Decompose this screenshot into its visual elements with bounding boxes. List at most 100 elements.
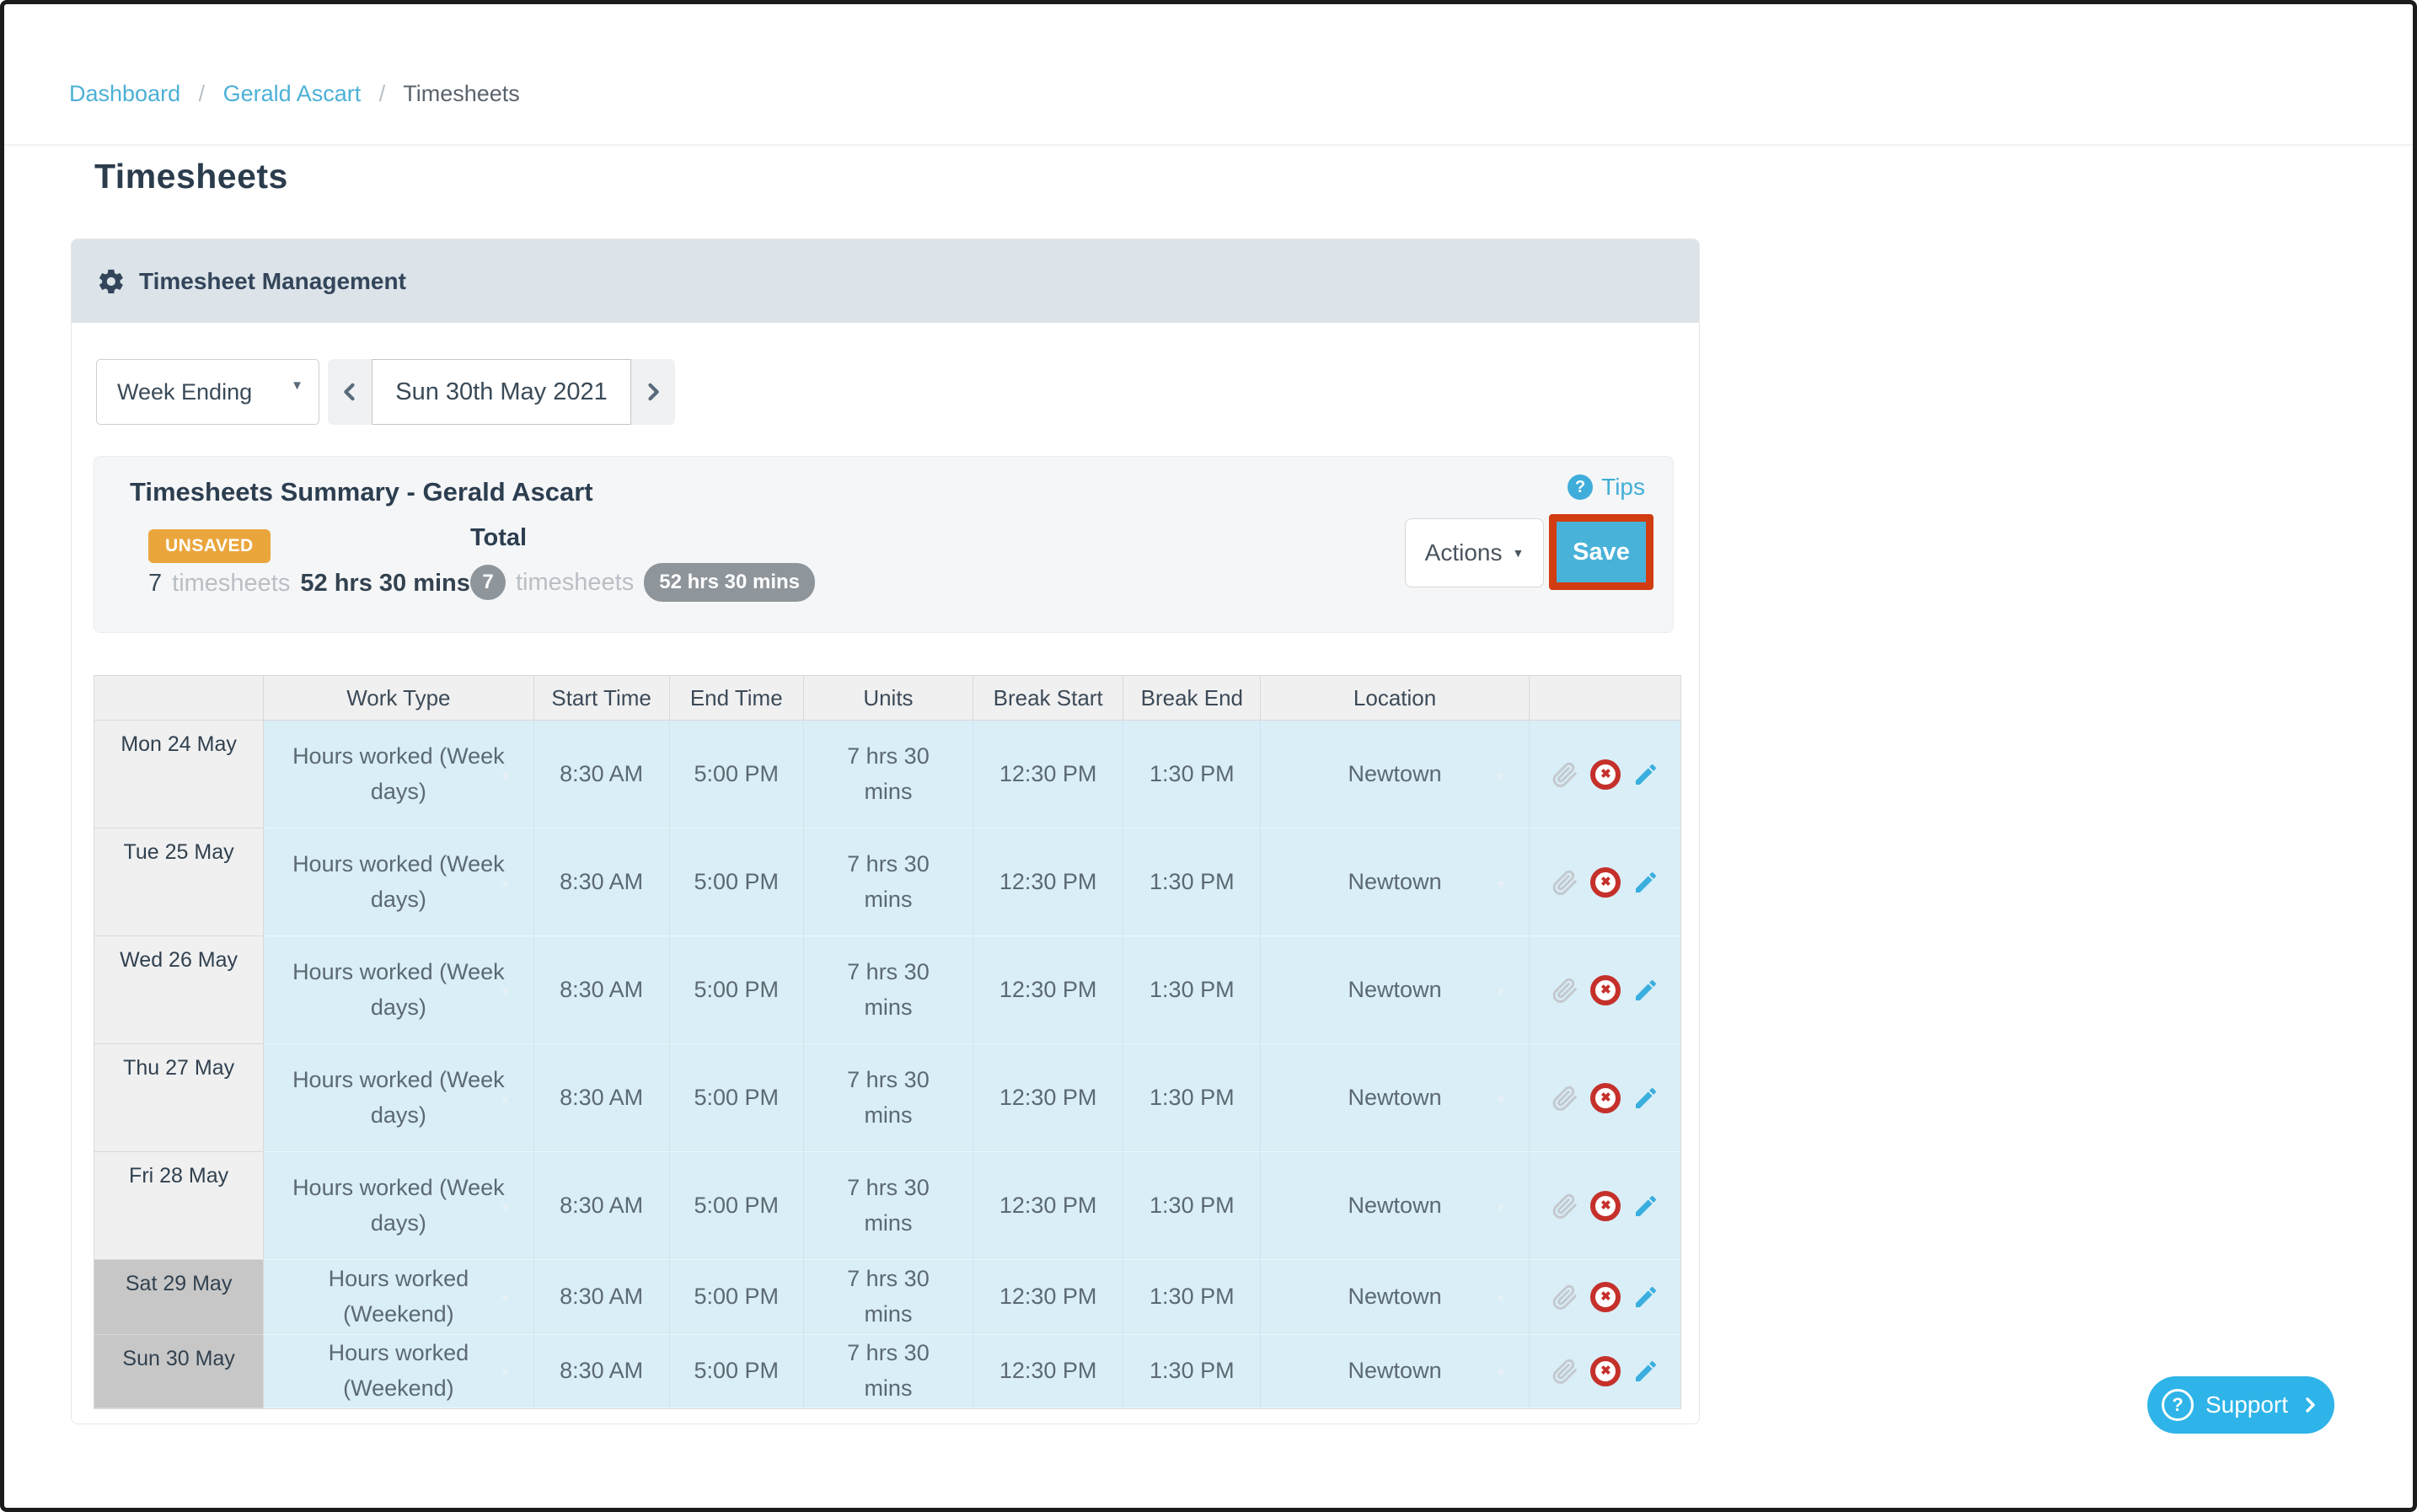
delete-icon[interactable]: ✖ [1590,759,1621,790]
work-type-select[interactable]: Hours worked (Week days)▼ [264,1044,533,1152]
break-end-field[interactable]: 1:30 PM [1123,828,1261,936]
edit-icon[interactable] [1632,1193,1659,1220]
save-button[interactable]: Save [1557,522,1646,582]
chevron-down-icon: ▼ [1495,875,1507,893]
end-time-field[interactable]: 5:00 PM [670,1044,804,1152]
edit-icon[interactable] [1632,761,1659,788]
delete-icon[interactable]: ✖ [1590,1083,1621,1113]
chevron-left-icon [338,380,362,404]
break-start-field[interactable]: 12:30 PM [973,936,1123,1044]
delete-icon[interactable]: ✖ [1590,1356,1621,1386]
period-select[interactable]: Week Ending ▼ [96,359,319,425]
timesheet-duration: 52 hrs 30 mins [300,570,470,598]
paperclip-icon[interactable] [1550,1192,1578,1220]
break-end-field[interactable]: 1:30 PM [1123,936,1261,1044]
paperclip-icon[interactable] [1550,1283,1578,1311]
break-end-field[interactable]: 1:30 PM [1123,721,1261,828]
paperclip-icon[interactable] [1550,976,1578,1005]
break-start-field-value: 12:30 PM [999,869,1097,894]
end-time-field[interactable]: 5:00 PM [670,1260,804,1335]
support-button[interactable]: ? Support [2147,1376,2334,1434]
location-select[interactable]: Newtown▼ [1261,721,1529,828]
date-navigation: Sun 30th May 2021 [328,359,675,425]
paperclip-icon[interactable] [1550,760,1578,789]
start-time-field[interactable]: 8:30 AM [534,936,670,1044]
row-actions: ✖ [1530,1152,1680,1260]
start-time-field[interactable]: 8:30 AM [534,1335,670,1408]
location-select[interactable]: Newtown▼ [1261,1044,1529,1152]
break-start-field[interactable]: 12:30 PM [973,1260,1123,1335]
edit-icon[interactable] [1632,869,1659,896]
start-time-field[interactable]: 8:30 AM [534,1260,670,1335]
header-break-start: Break Start [973,676,1123,721]
row-actions: ✖ [1530,936,1680,1044]
total-count-badge: 7 [470,565,506,600]
edit-icon[interactable] [1632,1085,1659,1112]
location-select[interactable]: Newtown▼ [1261,828,1529,936]
timesheet-row: Wed 26 May Hours worked (Week days)▼8:30 … [94,936,1680,1044]
units-value-value: 7 hrs 30 mins [847,1266,930,1327]
edit-icon[interactable] [1632,1358,1659,1385]
break-start-field[interactable]: 12:30 PM [973,721,1123,828]
end-time-field[interactable]: 5:00 PM [670,1152,804,1260]
timesheet-row: Thu 27 MayHours worked (Week days)▼8:30 … [94,1044,1680,1152]
day-label-value: Wed 26 May [120,948,238,972]
timesheet-count: 7 [148,570,162,598]
break-start-field[interactable]: 12:30 PM [973,1335,1123,1408]
delete-icon[interactable]: ✖ [1590,867,1621,898]
total-duration-badge: 52 hrs 30 mins [644,563,815,602]
end-time-field[interactable]: 5:00 PM [670,936,804,1044]
work-type-select[interactable]: Hours worked (Weekend)▼ [264,1260,533,1335]
end-time-field[interactable]: 5:00 PM [670,828,804,936]
chevron-down-icon: ▼ [500,1364,512,1382]
start-time-field[interactable]: 8:30 AM [534,828,670,936]
break-start-field-value: 12:30 PM [999,1193,1097,1218]
header-location: Location [1261,676,1529,721]
actions-dropdown-button[interactable]: Actions ▼ [1405,518,1544,587]
work-type-select[interactable]: Hours worked (Weekend)▼ [264,1335,533,1408]
paperclip-icon[interactable] [1550,1084,1578,1113]
question-circle-icon: ? [1568,475,1593,500]
break-end-field[interactable]: 1:30 PM [1123,1152,1261,1260]
delete-icon[interactable]: ✖ [1590,975,1621,1005]
chevron-down-icon: ▼ [500,1091,512,1109]
break-start-field[interactable]: 12:30 PM [973,1152,1123,1260]
header-units: Units [804,676,973,721]
prev-week-button[interactable] [328,359,372,425]
paperclip-icon[interactable] [1550,868,1578,897]
break-end-field[interactable]: 1:30 PM [1123,1335,1261,1408]
location-select[interactable]: Newtown▼ [1261,936,1529,1044]
location-select[interactable]: Newtown▼ [1261,1260,1529,1335]
work-type-select[interactable]: Hours worked (Week days)▼ [264,828,533,936]
location-select-value: Newtown [1348,1284,1442,1309]
work-type-select[interactable]: Hours worked (Week days)▼ [264,1152,533,1260]
break-end-field-value: 1:30 PM [1150,869,1235,894]
edit-icon[interactable] [1632,977,1659,1004]
breadcrumb-employee[interactable]: Gerald Ascart [223,81,362,106]
work-type-select-value: Hours worked (Week days) [292,1175,505,1236]
week-ending-date-field[interactable]: Sun 30th May 2021 [372,359,631,425]
work-type-select[interactable]: Hours worked (Week days)▼ [264,936,533,1044]
break-end-field[interactable]: 1:30 PM [1123,1260,1261,1335]
end-time-field-value: 5:00 PM [694,1085,779,1110]
start-time-field[interactable]: 8:30 AM [534,721,670,828]
breadcrumb-dashboard[interactable]: Dashboard [69,81,180,106]
end-time-field[interactable]: 5:00 PM [670,1335,804,1408]
gear-icon [97,267,126,296]
break-start-field[interactable]: 12:30 PM [973,828,1123,936]
work-type-select[interactable]: Hours worked (Week days)▼ [264,721,533,828]
next-week-button[interactable] [631,359,675,425]
start-time-field[interactable]: 8:30 AM [534,1152,670,1260]
location-select[interactable]: Newtown▼ [1261,1335,1529,1408]
start-time-field[interactable]: 8:30 AM [534,1044,670,1152]
break-start-field[interactable]: 12:30 PM [973,1044,1123,1152]
break-end-field[interactable]: 1:30 PM [1123,1044,1261,1152]
timesheet-table: Work Type Start Time End Time Units Brea… [94,675,1681,1409]
delete-icon[interactable]: ✖ [1590,1282,1621,1312]
location-select[interactable]: Newtown▼ [1261,1152,1529,1260]
edit-icon[interactable] [1632,1284,1659,1311]
delete-icon[interactable]: ✖ [1590,1191,1621,1221]
tips-link[interactable]: ? Tips [1568,474,1645,501]
end-time-field[interactable]: 5:00 PM [670,721,804,828]
paperclip-icon[interactable] [1550,1357,1578,1386]
